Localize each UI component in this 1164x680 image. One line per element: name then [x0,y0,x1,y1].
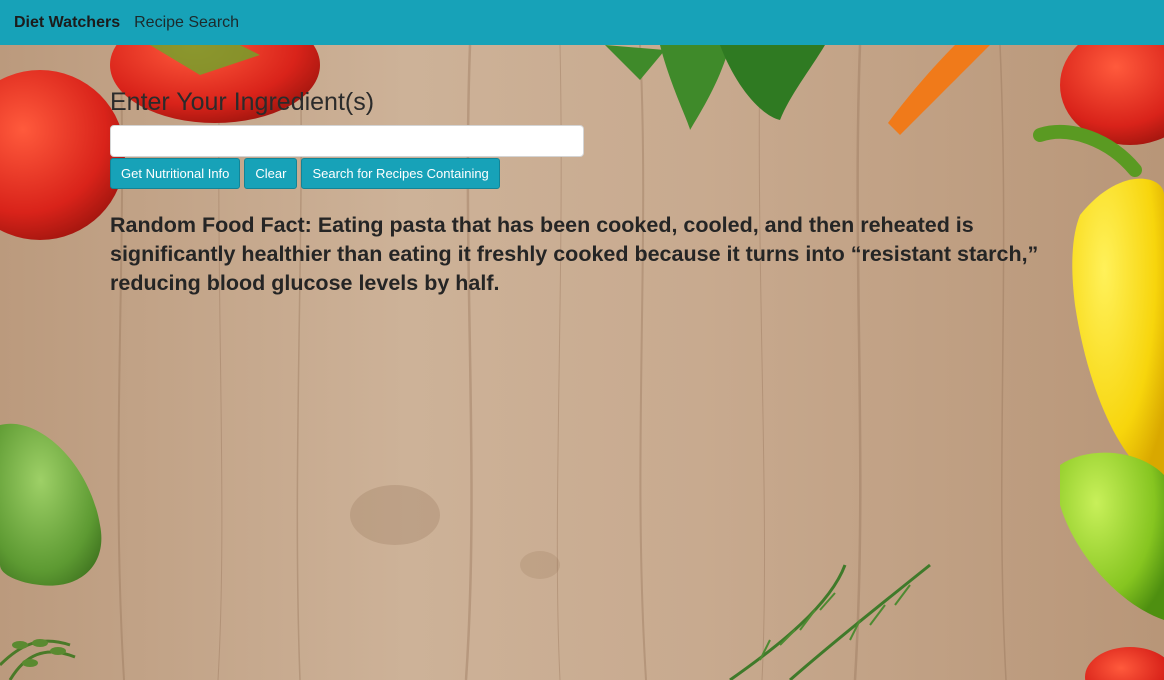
clear-button[interactable]: Clear [244,158,298,189]
ingredient-input[interactable] [110,125,584,157]
search-recipes-button[interactable]: Search for Recipes Containing [301,158,500,189]
nav-link-recipe-search[interactable]: Recipe Search [134,14,239,32]
fact-label: Random Food Fact: [110,213,312,237]
main-content: Enter Your Ingredient(s) Get Nutritional… [110,88,1070,298]
page: Diet Watchers Recipe Search Enter Your I… [0,0,1164,680]
ingredient-heading: Enter Your Ingredient(s) [110,88,375,116]
button-row: Get Nutritional Info Clear Search for Re… [110,158,1070,189]
brand-link[interactable]: Diet Watchers [14,14,120,32]
random-food-fact: Random Food Fact: Eating pasta that has … [110,211,1070,298]
navbar: Diet Watchers Recipe Search [0,0,1164,45]
get-nutritional-info-button[interactable]: Get Nutritional Info [110,158,241,189]
